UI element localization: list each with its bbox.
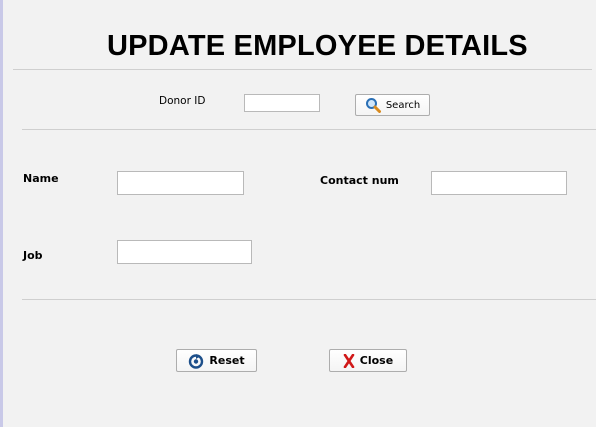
- close-button-label: Close: [359, 354, 394, 367]
- form-divider: [22, 299, 596, 300]
- reset-icon: [188, 353, 204, 369]
- magnifier-icon: [365, 97, 381, 113]
- search-button-label: Search: [385, 99, 421, 111]
- page-title: UPDATE EMPLOYEE DETAILS: [107, 30, 528, 62]
- contact-num-label: Contact num: [320, 174, 399, 187]
- donor-id-input[interactable]: [244, 94, 320, 112]
- reset-button-label: Reset: [209, 354, 245, 367]
- search-divider: [22, 129, 596, 130]
- name-label: Name: [23, 172, 59, 185]
- job-input[interactable]: [117, 240, 252, 264]
- search-button[interactable]: Search: [355, 94, 430, 116]
- update-employee-window: UPDATE EMPLOYEE DETAILS Donor ID Search …: [0, 0, 596, 427]
- red-x-icon: [343, 353, 355, 368]
- close-button[interactable]: Close: [329, 349, 407, 372]
- contact-num-input[interactable]: [431, 171, 567, 195]
- donor-id-label: Donor ID: [159, 95, 206, 107]
- reset-button[interactable]: Reset: [176, 349, 257, 372]
- name-input[interactable]: [117, 171, 244, 195]
- job-label: Job: [23, 249, 43, 262]
- header-divider: [13, 69, 592, 70]
